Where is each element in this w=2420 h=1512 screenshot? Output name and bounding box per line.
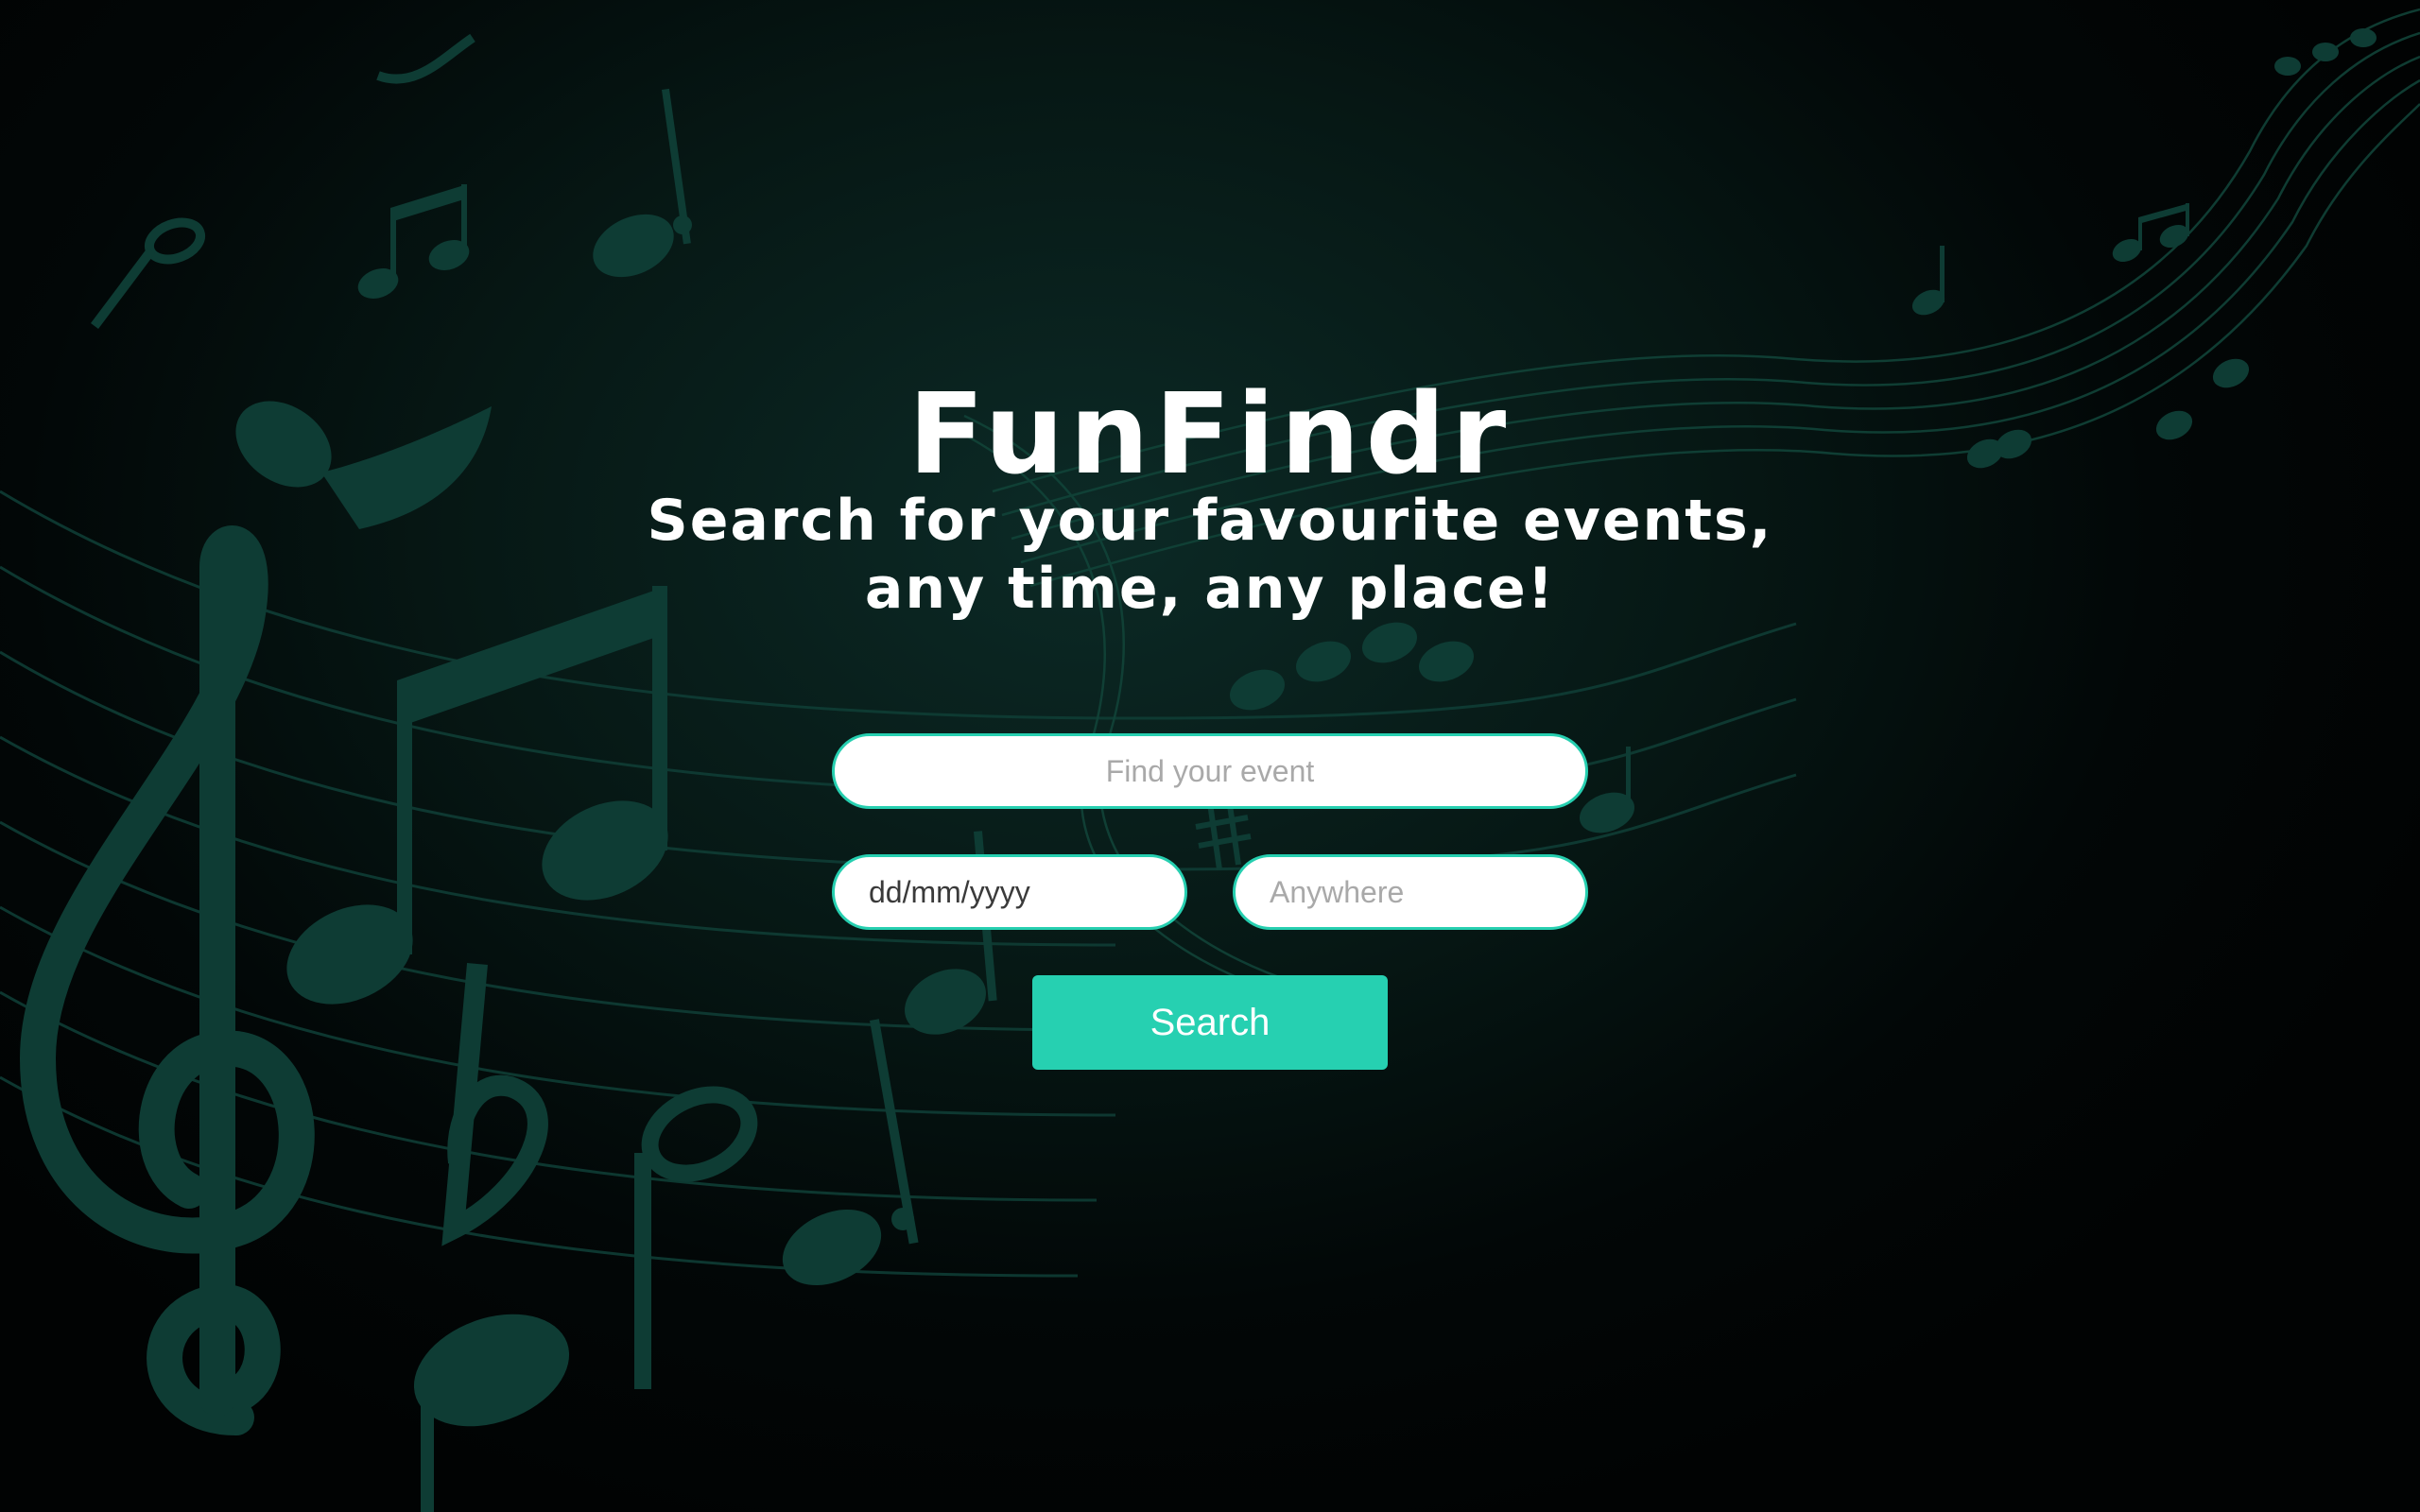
event-search-input[interactable] xyxy=(832,733,1588,809)
flat-icon xyxy=(441,963,548,1246)
beamed-notes-icon xyxy=(286,586,668,1005)
tagline: Search for your favourite events, any ti… xyxy=(0,487,2420,623)
search-button[interactable]: Search xyxy=(1032,975,1388,1070)
sharp-icon xyxy=(1195,798,1252,870)
date-field[interactable]: dd/mm/yyyy xyxy=(832,854,1187,930)
quarter-note-icon xyxy=(91,33,475,329)
date-field-value: dd/mm/yyyy xyxy=(869,874,1030,909)
tagline-line-1: Search for your favourite events, xyxy=(647,488,1773,554)
app-title: FunFindr xyxy=(908,369,1512,500)
location-input[interactable] xyxy=(1233,854,1588,930)
treble-clef-icon xyxy=(19,525,315,1435)
tagline-line-2: any time, any place! xyxy=(864,556,1556,622)
half-note-icon xyxy=(634,1086,758,1389)
